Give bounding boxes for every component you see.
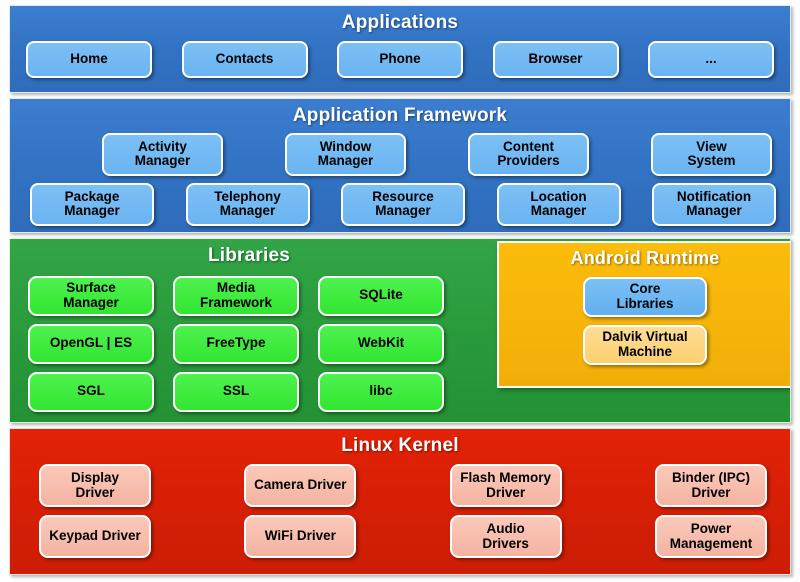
layer-title-android-runtime: Android Runtime bbox=[570, 247, 720, 268]
layer-title-libraries: Libraries bbox=[207, 244, 291, 266]
layer-title-applications: Applications bbox=[341, 12, 459, 33]
app-box-contacts[interactable]: Contacts bbox=[181, 41, 308, 78]
framework-box-window-manager[interactable]: Window Manager bbox=[285, 132, 406, 176]
lib-box-media-framework[interactable]: Media Framework bbox=[173, 275, 299, 316]
libraries-column-2: Media Framework FreeType SSL bbox=[173, 275, 299, 412]
android-architecture-diagram: Applications Home Contacts Phone Browser… bbox=[0, 0, 800, 582]
app-box-phone[interactable]: Phone bbox=[337, 41, 463, 78]
kernel-box-camera-driver[interactable]: Camera Driver bbox=[244, 464, 357, 508]
framework-row-bottom: Package Manager Telephony Manager Resour… bbox=[10, 182, 790, 226]
app-box-home[interactable]: Home bbox=[26, 41, 152, 78]
lib-box-ssl[interactable]: SSL bbox=[173, 371, 299, 412]
runtime-boxes: Core Libraries Dalvik Virtual Machine bbox=[499, 276, 790, 365]
kernel-row-bottom: Keypad Driver WiFi Driver Audio Drivers … bbox=[10, 515, 790, 559]
libraries-grid: Surface Manager OpenGL | ES SGL Media Fr… bbox=[28, 275, 444, 412]
layer-application-framework: Application Framework Activity Manager W… bbox=[9, 97, 791, 233]
framework-box-package-manager[interactable]: Package Manager bbox=[30, 182, 154, 226]
kernel-box-audio-drivers[interactable]: Audio Drivers bbox=[449, 515, 562, 559]
layer-linux-kernel: Linux Kernel Display Driver Camera Drive… bbox=[9, 428, 791, 575]
framework-box-activity-manager[interactable]: Activity Manager bbox=[102, 132, 223, 176]
framework-box-resource-manager[interactable]: Resource Manager bbox=[341, 182, 465, 226]
kernel-box-flash-memory-driver[interactable]: Flash Memory Driver bbox=[449, 464, 562, 508]
runtime-box-core-libraries[interactable]: Core Libraries bbox=[583, 276, 707, 317]
app-box-browser[interactable]: Browser bbox=[492, 41, 619, 78]
kernel-row-top: Display Driver Camera Driver Flash Memor… bbox=[10, 464, 790, 508]
layer-title-application-framework: Application Framework bbox=[292, 104, 508, 126]
applications-row: Home Contacts Phone Browser ... bbox=[10, 41, 790, 78]
layer-title-linux-kernel: Linux Kernel bbox=[341, 435, 459, 457]
kernel-box-wifi-driver[interactable]: WiFi Driver bbox=[244, 515, 357, 559]
framework-box-telephony-manager[interactable]: Telephony Manager bbox=[185, 182, 310, 226]
libraries-column-1: Surface Manager OpenGL | ES SGL bbox=[28, 275, 154, 412]
lib-box-freetype[interactable]: FreeType bbox=[173, 323, 299, 364]
layer-libraries: Libraries Surface Manager OpenGL | ES SG… bbox=[9, 237, 791, 424]
lib-box-libc[interactable]: libc bbox=[318, 371, 444, 412]
layer-applications: Applications Home Contacts Phone Browser… bbox=[9, 5, 791, 93]
framework-box-content-providers[interactable]: Content Providers bbox=[468, 132, 589, 176]
lib-box-surface-manager[interactable]: Surface Manager bbox=[28, 275, 154, 316]
lib-box-opengl-es[interactable]: OpenGL | ES bbox=[28, 323, 154, 364]
lib-box-sqlite[interactable]: SQLite bbox=[318, 275, 444, 316]
panel-android-runtime: Android Runtime Core Libraries Dalvik Vi… bbox=[497, 240, 790, 388]
kernel-box-binder-ipc-driver[interactable]: Binder (IPC) Driver bbox=[654, 464, 767, 508]
kernel-box-display-driver[interactable]: Display Driver bbox=[39, 464, 151, 508]
kernel-box-keypad-driver[interactable]: Keypad Driver bbox=[39, 515, 151, 559]
runtime-box-dalvik-virtual-machine[interactable]: Dalvik Virtual Machine bbox=[583, 324, 707, 365]
framework-box-notification-manager[interactable]: Notification Manager bbox=[652, 182, 776, 226]
app-box-more[interactable]: ... bbox=[648, 41, 774, 78]
lib-box-webkit[interactable]: WebKit bbox=[318, 323, 444, 364]
libraries-column-3: SQLite WebKit libc bbox=[318, 275, 444, 412]
framework-box-view-system[interactable]: View System bbox=[651, 132, 772, 176]
lib-box-sgl[interactable]: SGL bbox=[28, 371, 154, 412]
framework-box-location-manager[interactable]: Location Manager bbox=[496, 182, 621, 226]
kernel-box-power-management[interactable]: Power Management bbox=[654, 515, 767, 559]
framework-row-top: Activity Manager Window Manager Content … bbox=[10, 132, 790, 176]
